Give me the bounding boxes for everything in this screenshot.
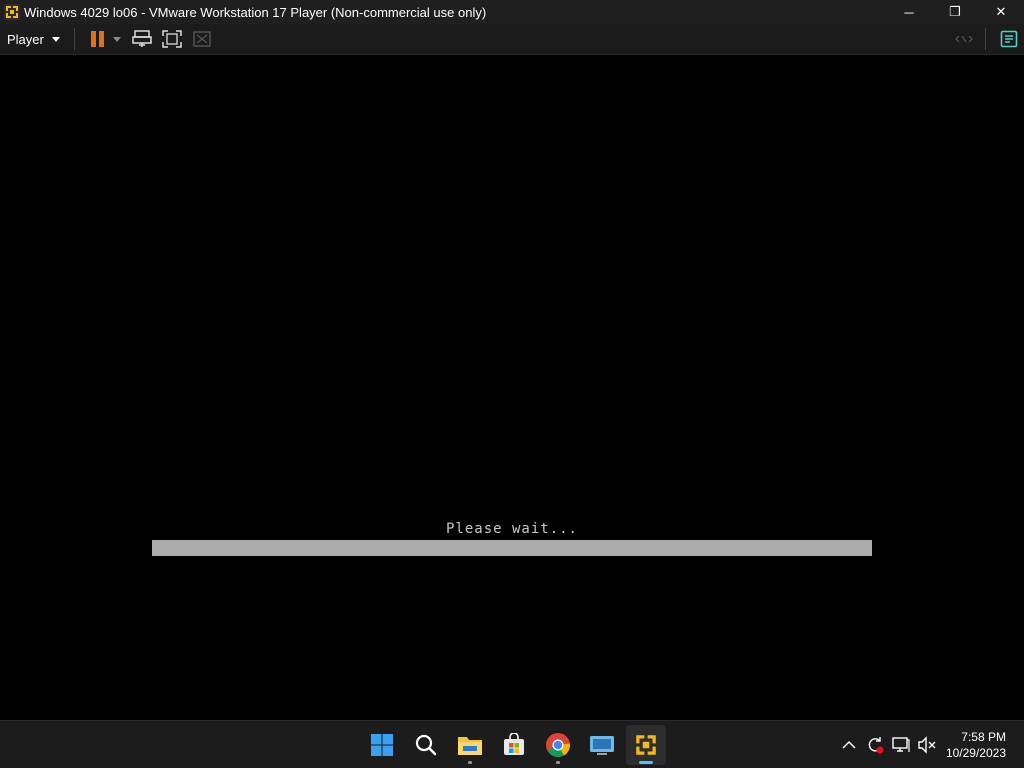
search-button[interactable] <box>406 725 446 765</box>
unity-button[interactable] <box>187 26 217 52</box>
network-button[interactable] <box>888 729 914 761</box>
vmware-icon <box>4 4 20 20</box>
fullscreen-icon <box>162 30 182 48</box>
file-explorer-icon <box>458 737 482 755</box>
microsoft-store-icon <box>504 733 524 755</box>
minimize-button[interactable]: ─ <box>886 0 932 24</box>
chevron-up-icon <box>842 740 856 749</box>
close-button[interactable]: ✕ <box>978 0 1024 24</box>
clock-date: 10/29/2023 <box>945 746 1006 760</box>
vmware-icon <box>636 735 656 755</box>
restore-button[interactable]: ❐ <box>932 0 978 24</box>
notes-icon <box>1000 30 1018 48</box>
send-ctrl-alt-del-icon <box>132 30 152 47</box>
unity-collapse-button[interactable] <box>949 26 979 52</box>
send-ctrl-alt-del-button[interactable] <box>127 26 157 52</box>
network-icon <box>892 737 910 752</box>
chrome-icon <box>546 733 570 758</box>
volume-muted-icon <box>918 736 936 754</box>
pause-icon <box>91 31 105 47</box>
system-tray: 7:58 PM 10/29/2023 <box>836 721 1024 768</box>
player-menu-button[interactable]: Player <box>0 26 68 52</box>
volume-button[interactable] <box>914 729 940 761</box>
clock-time: 7:58 PM <box>961 730 1006 744</box>
vmware-player-button[interactable] <box>626 725 666 765</box>
remote-desktop-button[interactable] <box>582 725 622 765</box>
notes-button[interactable] <box>994 26 1024 52</box>
window-title: Windows 4029 lo06 - VMware Workstation 1… <box>24 4 487 20</box>
pause-options-dropdown[interactable] <box>112 36 121 42</box>
active-indicator <box>639 761 653 764</box>
window-title-bar[interactable]: Windows 4029 lo06 - VMware Workstation 1… <box>0 0 1024 24</box>
running-indicator <box>468 761 472 764</box>
taskbar-clock[interactable]: 7:58 PM 10/29/2023 <box>940 729 1024 761</box>
toolbar-divider <box>985 28 986 50</box>
sync-status-button[interactable] <box>862 729 888 761</box>
sync-icon <box>868 737 884 754</box>
windows-taskbar: 7:58 PM 10/29/2023 <box>0 720 1024 768</box>
chrome-button[interactable] <box>538 725 578 765</box>
boot-progress-bar <box>152 540 872 556</box>
vm-display[interactable]: Please wait... <box>0 56 1024 720</box>
microsoft-store-button[interactable] <box>494 725 534 765</box>
unity-collapse-icon <box>955 35 973 43</box>
file-explorer-button[interactable] <box>450 725 490 765</box>
chevron-down-icon <box>51 36 60 42</box>
search-icon <box>415 734 437 756</box>
player-menu-label: Player <box>7 31 44 47</box>
start-button[interactable] <box>362 725 402 765</box>
running-indicator <box>556 761 560 764</box>
please-wait-message: Please wait... <box>445 521 578 537</box>
remote-desktop-icon <box>590 736 614 755</box>
show-hidden-icons-button[interactable] <box>836 729 862 761</box>
progress-fill <box>152 540 872 556</box>
fullscreen-button[interactable] <box>157 26 187 52</box>
unity-icon <box>193 31 211 47</box>
windows-start-icon <box>371 734 393 756</box>
player-toolbar: Player <box>0 24 1024 55</box>
pause-button[interactable] <box>83 26 113 52</box>
toolbar-divider <box>73 28 75 50</box>
